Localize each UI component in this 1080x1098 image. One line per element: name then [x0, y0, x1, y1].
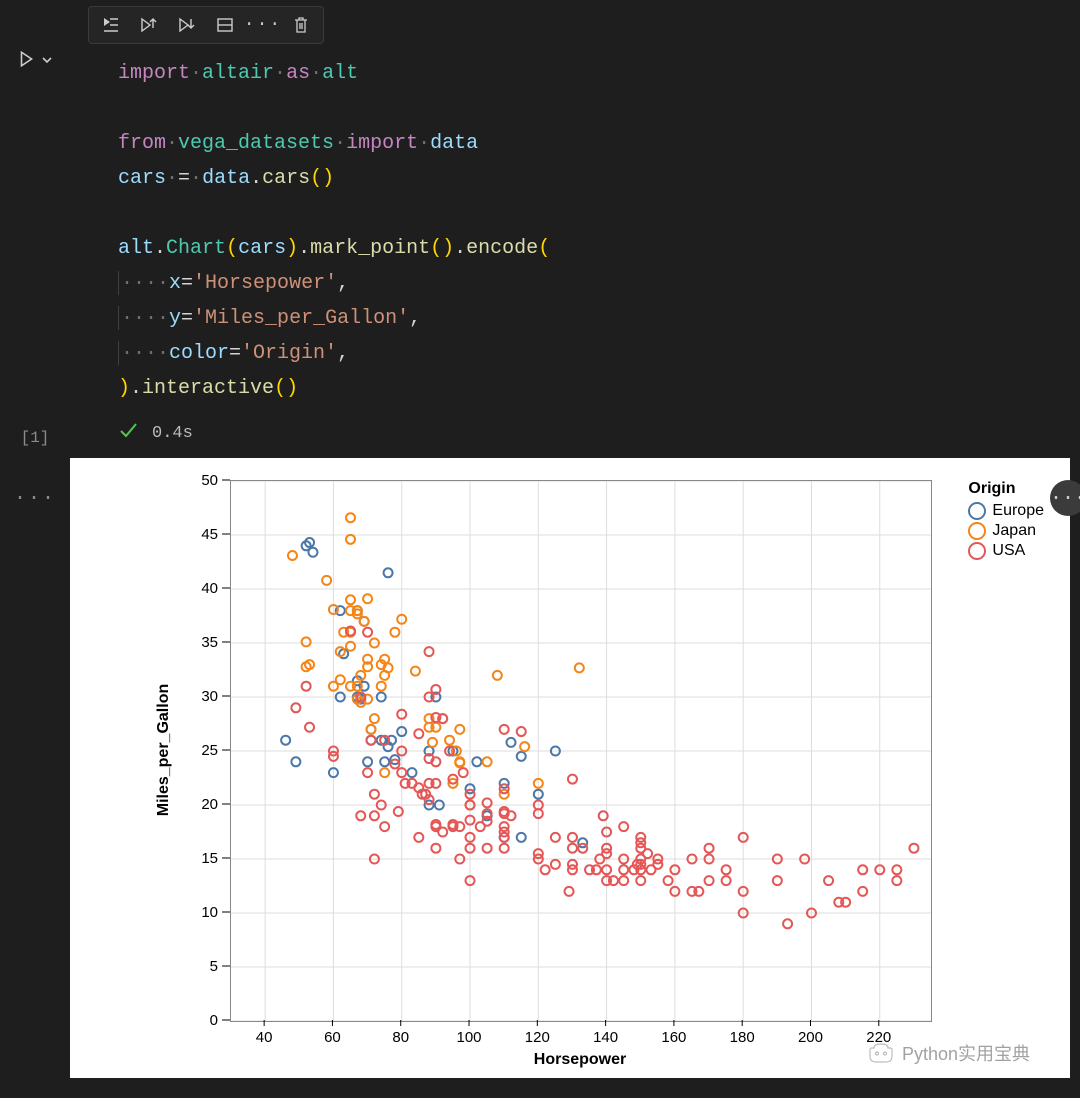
delete-cell-icon[interactable]: [289, 13, 313, 37]
more-actions-icon[interactable]: ···: [251, 13, 275, 37]
scatter-chart[interactable]: [230, 480, 932, 1022]
svg-text:40: 40: [201, 580, 218, 597]
svg-text:100: 100: [457, 1029, 482, 1046]
svg-text:30: 30: [201, 688, 218, 705]
svg-text:0: 0: [210, 1012, 218, 1029]
run-dropdown-icon[interactable]: [41, 52, 53, 72]
svg-text:180: 180: [730, 1029, 755, 1046]
execute-below-icon[interactable]: [175, 13, 199, 37]
svg-text:120: 120: [525, 1029, 550, 1046]
svg-text:5: 5: [210, 958, 218, 975]
execution-time: 0.4s: [152, 424, 193, 443]
svg-text:10: 10: [201, 904, 218, 921]
legend-item[interactable]: Japan: [968, 522, 1044, 540]
watermark: Python实用宝典: [868, 1040, 1030, 1066]
svg-text:45: 45: [201, 526, 218, 543]
svg-text:200: 200: [798, 1029, 823, 1046]
svg-text:15: 15: [201, 850, 218, 867]
success-check-icon: [118, 420, 138, 446]
execution-count: [1]: [21, 429, 50, 447]
svg-text:60: 60: [324, 1029, 341, 1046]
svg-text:Miles_per_Gallon: Miles_per_Gallon: [155, 684, 172, 817]
svg-text:25: 25: [201, 742, 218, 759]
legend-item[interactable]: USA: [968, 542, 1044, 560]
svg-text:40: 40: [256, 1029, 273, 1046]
svg-text:Horsepower: Horsepower: [534, 1051, 626, 1068]
legend-title: Origin: [968, 480, 1044, 498]
run-by-line-icon[interactable]: [99, 13, 123, 37]
cell-gutter: [1] ···: [0, 0, 70, 1098]
split-cell-icon[interactable]: [213, 13, 237, 37]
execute-above-icon[interactable]: [137, 13, 161, 37]
code-cell[interactable]: import·altair·as·alt from·vega_datasets·…: [70, 52, 1080, 416]
svg-text:160: 160: [661, 1029, 686, 1046]
overflow-fab-icon[interactable]: ···: [1050, 480, 1080, 516]
svg-text:35: 35: [201, 634, 218, 651]
svg-text:50: 50: [201, 472, 218, 489]
svg-text:20: 20: [201, 796, 218, 813]
cell-status: 0.4s: [70, 416, 1080, 456]
svg-text:140: 140: [593, 1029, 618, 1046]
legend-item[interactable]: Europe: [968, 502, 1044, 520]
run-cell-icon[interactable]: [17, 50, 35, 74]
cell-output: 0 5 10 15 20 25 30 35 40 45 50 Miles_per_Gallon 40 6…: [70, 458, 1070, 1078]
svg-text:80: 80: [392, 1029, 409, 1046]
chart-legend[interactable]: Origin Europe Japan USA: [968, 480, 1044, 562]
output-more-icon[interactable]: ···: [14, 487, 56, 510]
cell-toolbar: ···: [88, 6, 324, 44]
